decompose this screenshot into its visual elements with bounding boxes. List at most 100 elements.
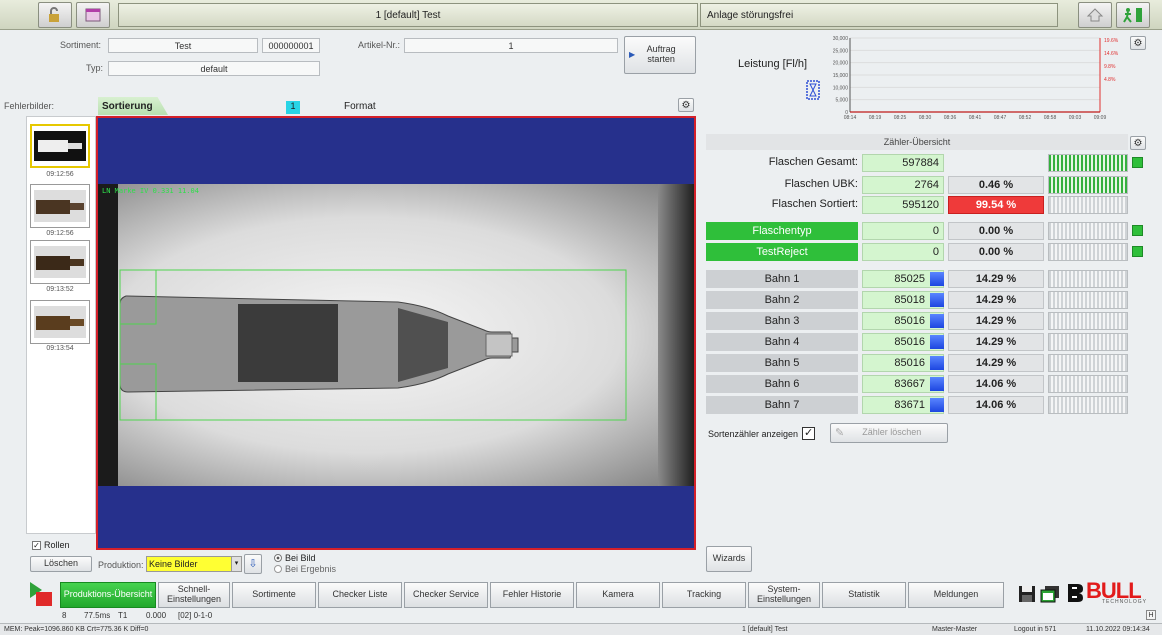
hourglass-icon [806,80,820,100]
tab-checker-service[interactable]: Checker Service [404,582,488,608]
lane-label: Bahn 4 [706,333,858,351]
chart-y-tick: 20,000 [833,61,849,67]
tab-kamera[interactable]: Kamera [576,582,660,608]
chart-x-tick: 08:25 [894,115,907,121]
counter-percent: 0.46 % [948,176,1044,194]
download-icon: ⇩ [248,557,258,570]
lane-percent: 14.29 % [948,354,1044,372]
bottle-thumbnail-icon [34,306,86,338]
artikel-field[interactable]: 1 [404,38,618,53]
radio-selected-icon [274,554,282,562]
image-download-button[interactable]: ⇩ [244,554,262,574]
tab-statistik[interactable]: Statistik [822,582,906,608]
chart-title: Leistung [Fl/h] [738,58,808,70]
image-settings-button[interactable]: ⚙ [678,98,694,112]
tab-fehler-historie[interactable]: Fehler Historie [490,582,574,608]
loeschen-button[interactable]: Löschen [30,556,92,572]
typ-label: Typ: [86,63,104,73]
tab-meldungen[interactable]: Meldungen [908,582,1004,608]
status-indicator [1132,225,1143,236]
counter-value: 2764 [862,176,944,194]
rollen-checkbox[interactable]: ✓ Rollen [32,540,70,550]
start-order-button[interactable]: ▶ Auftrag starten [624,36,696,74]
reject-value: 0 [862,243,944,261]
play-icon: ▶ [629,49,636,59]
format-label: Format [344,101,376,112]
sortenzaehler-checkbox[interactable]: Sortenzähler anzeigen ✓ [708,427,816,440]
bottle-thumbnail-icon [34,246,86,278]
sortiment-number-field[interactable]: 000000001 [262,38,320,53]
sortiment-field[interactable]: Test [108,38,258,53]
camera-view[interactable]: LN Marke IV 0.331 11.04 [96,116,696,550]
tab-produktions-uebersicht[interactable]: Produktions-Übersicht [60,582,156,608]
lane-percent: 14.06 % [948,396,1044,414]
lane-label: Bahn 2 [706,291,858,309]
gear-icon: ⚙ [1133,37,1143,49]
counter-history [1048,154,1128,172]
stop-indicator[interactable] [28,580,56,610]
chart-x-tick: 08:36 [944,115,957,121]
thumbnail-4[interactable] [30,300,90,344]
chart-y-tick: 5,000 [835,98,848,104]
chart-settings-button[interactable]: ⚙ [1130,36,1146,50]
reject-percent: 0.00 % [948,222,1044,240]
lock-icon [49,7,59,22]
counters-settings-button[interactable]: ⚙ [1130,136,1146,150]
counter-label: Flaschen Sortiert: [771,198,858,210]
tab-sortimente[interactable]: Sortimente [232,582,316,608]
home-button[interactable] [1078,2,1112,28]
bottle-thumbnail-icon [34,190,86,222]
zaehler-loeschen-button[interactable]: ✎ Zähler löschen [830,423,948,443]
radio-bei-ergebnis[interactable]: Bei Ergebnis [274,564,336,574]
lane-percent: 14.06 % [948,375,1044,393]
eraser-icon: ✎ [835,426,845,439]
wizards-button[interactable]: Wizards [706,546,752,572]
help-button[interactable]: H [1146,610,1156,620]
brand-logo: BULL TECHNOLOGY [1066,578,1158,606]
exit-button[interactable] [1116,2,1150,28]
lane-label: Bahn 1 [706,270,858,288]
thumbnail-time: 09:12:56 [46,171,74,178]
thumbnail-3[interactable] [30,240,90,284]
lane-history [1048,291,1128,309]
thumbnail-1[interactable] [30,124,90,168]
job-title: 1 [default] Test [118,3,698,27]
lane-history [1048,396,1128,414]
lane-history [1048,354,1128,372]
save-icon[interactable] [1018,585,1036,603]
gear-icon: ⚙ [681,99,691,111]
reject-percent: 0.00 % [948,243,1044,261]
lane-percent: 14.29 % [948,270,1044,288]
window-button[interactable] [76,2,110,28]
counter-value: 595120 [862,196,944,214]
chart-y-tick-right: 19.6% [1104,38,1119,44]
artikel-label: Artikel-Nr.: [358,40,401,50]
chart-y-tick-right: 4.8% [1104,77,1116,83]
chart-x-tick: 08:14 [844,115,857,121]
thumbnail-2[interactable] [30,184,90,228]
radio-icon [274,565,282,573]
sortiment-label: Sortiment: [60,40,102,50]
format-badge: 1 [286,101,300,114]
radio-bei-bild[interactable]: Bei Bild [274,553,316,563]
produktion-select[interactable]: Keine Bilder ▾ [146,556,242,572]
tab-tracking[interactable]: Tracking [662,582,746,608]
copy-windows-icon[interactable] [1040,585,1060,603]
tab-sortierung[interactable]: Sortierung [98,97,168,115]
typ-field[interactable]: default [108,61,320,76]
tab-checker-liste[interactable]: Checker Liste [318,582,402,608]
chart-y-tick: 10,000 [833,85,849,91]
thumbnail-time: 09:13:54 [46,345,74,352]
counter-value: 597884 [862,154,944,172]
tab-system-einstellungen[interactable]: System-Einstellungen [748,582,820,608]
tab-schnell-einstellungen[interactable]: Schnell-Einstellungen [158,582,230,608]
fehlerbilder-label: Fehlerbilder: [4,101,55,111]
lock-button[interactable] [38,2,72,28]
reject-label: Flaschentyp [706,222,858,240]
chart-x-tick: 09:09 [1094,115,1107,121]
gear-icon: ⚙ [1133,137,1143,149]
reject-history [1048,243,1128,261]
lane-label: Bahn 3 [706,312,858,330]
chevron-down-icon: ▾ [231,557,241,571]
chart-y-tick-right: 14.6% [1104,51,1119,57]
